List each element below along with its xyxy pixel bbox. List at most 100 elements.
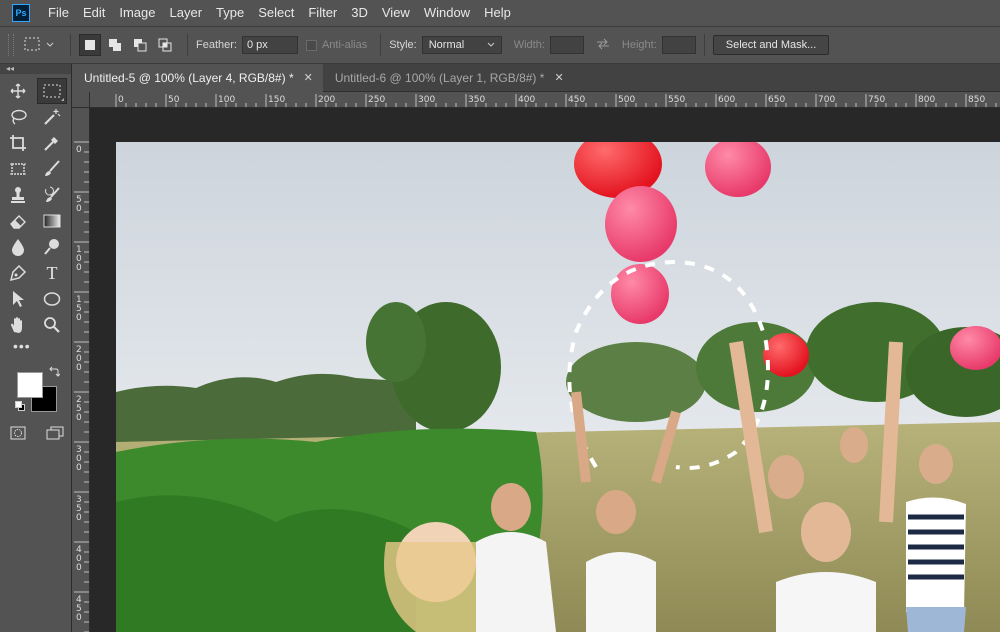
- menu-image[interactable]: Image: [112, 0, 162, 26]
- ruler-label: 400: [518, 95, 535, 105]
- pen-icon: [9, 264, 27, 282]
- foreground-color-swatch[interactable]: [17, 372, 43, 398]
- ruler-label: 650: [768, 95, 785, 105]
- menu-edit[interactable]: Edit: [76, 0, 112, 26]
- photoshop-logo[interactable]: Ps: [12, 4, 30, 22]
- intersect-selection-icon: [158, 38, 172, 52]
- rectangular-marquee-tool[interactable]: [37, 78, 67, 104]
- tool-preset-picker[interactable]: [24, 37, 62, 54]
- edit-toolbar-button[interactable]: •••: [3, 338, 71, 360]
- crop-tool[interactable]: [3, 130, 33, 156]
- width-input[interactable]: [549, 36, 584, 54]
- horizontal-ruler[interactable]: 0 50 100 150 200 250 300 350 400 450 500 550 600 650 7…: [90, 92, 1000, 108]
- ruler-label: 0: [76, 413, 82, 423]
- collapse-panel-icon[interactable]: ◂◂: [0, 64, 71, 74]
- ruler-label: 0: [76, 263, 82, 273]
- eyedropper-tool[interactable]: [37, 130, 67, 156]
- marquee-preset-icon: [24, 37, 42, 54]
- ruler-label: 550: [668, 95, 685, 105]
- stamp-icon: [11, 187, 25, 203]
- options-bar-grip[interactable]: [8, 34, 14, 56]
- eyedropper-icon: [44, 137, 58, 151]
- select-and-mask-button[interactable]: Select and Mask...: [712, 35, 830, 55]
- close-icon[interactable]: ✕: [554, 64, 563, 92]
- height-input[interactable]: [661, 36, 696, 54]
- ellipse-tool[interactable]: [37, 286, 67, 312]
- ruler-label: 0: [76, 463, 82, 473]
- menu-window[interactable]: Window: [417, 0, 477, 26]
- brush-tool[interactable]: [37, 156, 67, 182]
- ruler-label: 500: [618, 95, 635, 105]
- new-selection-icon: [85, 40, 95, 50]
- dodge-tool[interactable]: [37, 234, 67, 260]
- intersect-selection-button[interactable]: [154, 34, 176, 56]
- menu-3d[interactable]: 3D: [344, 0, 375, 26]
- color-swatches: [0, 364, 71, 420]
- frame-tool[interactable]: [3, 156, 33, 182]
- ruler-label: 0: [76, 613, 82, 623]
- blur-tool[interactable]: [3, 234, 33, 260]
- eraser-tool[interactable]: [3, 208, 33, 234]
- ruler-label: 750: [868, 95, 885, 105]
- dodge-icon: [44, 239, 59, 255]
- menu-layer[interactable]: Layer: [163, 0, 210, 26]
- marquee-icon: [43, 84, 61, 98]
- magic-wand-icon: [44, 109, 61, 125]
- style-label: Style:: [389, 39, 417, 51]
- add-to-selection-button[interactable]: [104, 34, 126, 56]
- style-select[interactable]: Normal: [421, 36, 502, 54]
- tab-label: Untitled-5 @ 100% (Layer 4, RGB/8#) *: [84, 71, 294, 85]
- menu-select[interactable]: Select: [251, 0, 301, 26]
- vertical-ruler[interactable]: 050100150200250300350400450: [72, 108, 90, 632]
- quick-mask-icon[interactable]: [10, 426, 26, 443]
- lasso-tool[interactable]: [3, 104, 33, 130]
- horizontal-ruler-ticks: 0 50 100 150 200 250 300 350 400 450 500 550 600 650 7…: [115, 94, 997, 107]
- canvas-image: [116, 142, 1000, 632]
- add-selection-icon: [109, 39, 121, 51]
- new-selection-button[interactable]: [79, 34, 101, 56]
- swap-dimensions-icon[interactable]: [596, 38, 610, 53]
- mask-mode-row: [0, 426, 71, 443]
- zoom-tool[interactable]: [37, 312, 67, 338]
- magic-wand-tool[interactable]: [37, 104, 67, 130]
- tab-untitled-6[interactable]: Untitled-6 @ 100% (Layer 1, RGB/8#) * ✕: [323, 64, 574, 92]
- ruler-label: 0: [76, 145, 82, 155]
- eraser-icon: [10, 215, 26, 229]
- menu-items: File Edit Image Layer Type Select Filter 3D View…: [41, 0, 518, 26]
- history-brush-icon: [45, 186, 60, 202]
- anti-alias-checkbox[interactable]: [305, 39, 317, 51]
- move-tool[interactable]: [3, 78, 33, 104]
- ruler-label: 800: [918, 95, 935, 105]
- type-icon: T: [46, 262, 58, 283]
- vertical-ruler-ticks: 050100150200250300350400450: [74, 141, 89, 632]
- feather-input[interactable]: 0 px: [241, 36, 298, 54]
- menu-file[interactable]: File: [41, 0, 76, 26]
- pen-tool[interactable]: [3, 260, 33, 286]
- ruler-origin[interactable]: [72, 92, 90, 108]
- hand-tool[interactable]: [3, 312, 33, 338]
- chevron-down-icon: [46, 39, 54, 51]
- default-colors-icon[interactable]: [15, 401, 25, 411]
- swap-colors-icon[interactable]: [48, 366, 61, 381]
- style-select-value: Normal: [428, 39, 465, 51]
- menu-help[interactable]: Help: [477, 0, 518, 26]
- subtract-from-selection-button[interactable]: [129, 34, 151, 56]
- clone-stamp-tool[interactable]: [3, 182, 33, 208]
- menu-bar: Ps File Edit Image Layer Type Select Filter 3D V…: [0, 0, 1000, 26]
- gradient-tool[interactable]: [37, 208, 67, 234]
- ruler-label: 600: [718, 95, 735, 105]
- screen-mode-icon[interactable]: [46, 426, 64, 443]
- menu-type[interactable]: Type: [209, 0, 251, 26]
- menu-filter[interactable]: Filter: [301, 0, 344, 26]
- tab-untitled-5[interactable]: Untitled-5 @ 100% (Layer 4, RGB/8#) * ✕: [72, 64, 323, 92]
- lasso-icon: [11, 109, 27, 125]
- document-canvas[interactable]: [116, 142, 1000, 632]
- close-icon[interactable]: ✕: [304, 64, 313, 92]
- ruler-label: 300: [418, 95, 435, 105]
- history-brush-tool[interactable]: [37, 182, 67, 208]
- path-selection-tool[interactable]: [3, 286, 33, 312]
- anti-alias-label: Anti-alias: [321, 39, 368, 51]
- menu-view[interactable]: View: [375, 0, 417, 26]
- ruler-label: 0: [76, 313, 82, 323]
- type-tool[interactable]: T: [37, 260, 67, 286]
